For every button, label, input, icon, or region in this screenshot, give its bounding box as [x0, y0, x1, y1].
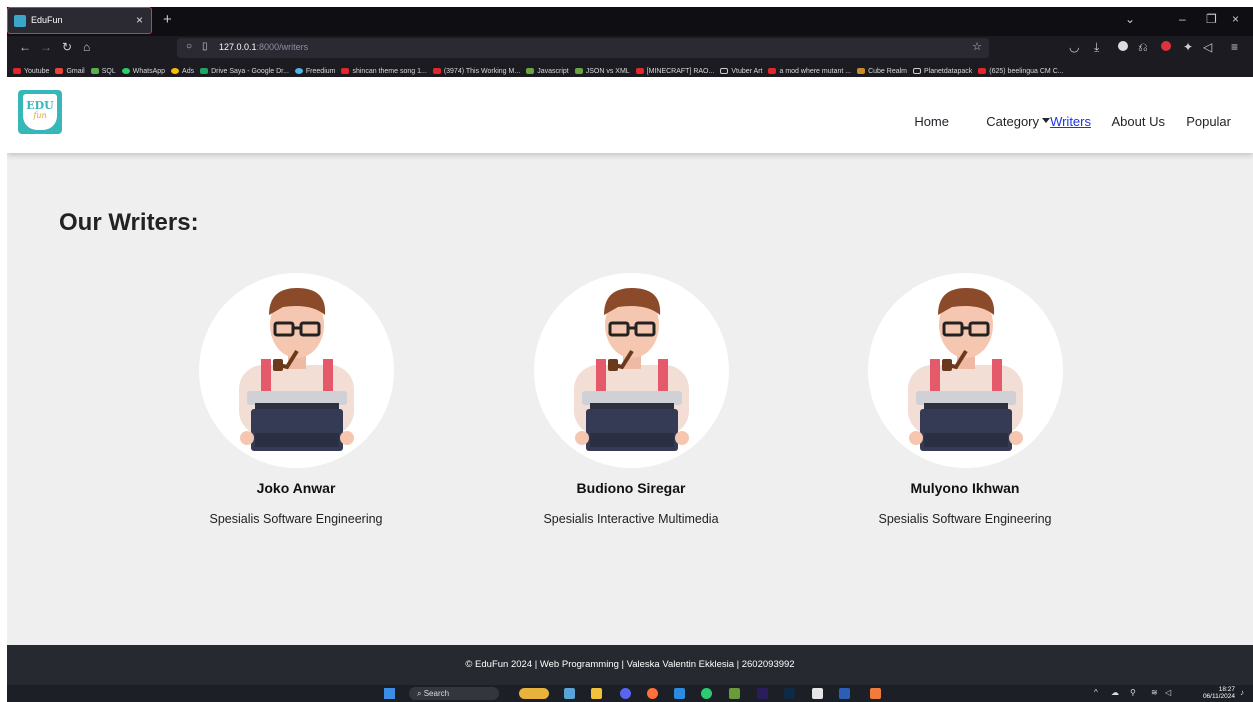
url-text: 127.0.0.1:8000/writers: [219, 42, 309, 52]
site-footer: © EduFun 2024 | Web Programming | Valesk…: [7, 645, 1253, 685]
shield-icon: ○: [186, 41, 193, 52]
wifi-icon[interactable]: ≋: [1151, 688, 1158, 697]
bookmark-cube-realm[interactable]: Cube Realm: [857, 63, 907, 77]
file-explorer-icon[interactable]: [591, 688, 602, 699]
widgets-icon[interactable]: [519, 688, 549, 699]
writer-illustration: [239, 288, 354, 451]
clock-date: 06/11/2024: [1202, 693, 1235, 700]
writer-name: Joko Anwar: [256, 480, 336, 496]
notification-bell-icon[interactable]: ♪: [1240, 688, 1244, 697]
web-page: EDU fun Home Category Writers About Us P…: [7, 77, 1253, 685]
writer-role: Spesialis Interactive Multimedia: [543, 512, 719, 526]
taskbar-search[interactable]: ⌕ Search: [409, 687, 499, 700]
clock-time: 18:27: [1218, 686, 1235, 693]
extension-red-icon[interactable]: [1161, 41, 1171, 51]
nav-about-us[interactable]: About Us: [1112, 114, 1165, 129]
bookmark-whatsapp[interactable]: WhatsApp: [121, 63, 165, 77]
close-window-icon[interactable]: ×: [1232, 12, 1239, 26]
cloud-icon[interactable]: ☁: [1111, 688, 1119, 697]
forward-icon[interactable]: →: [40, 40, 52, 54]
search-icon: ⌕: [417, 689, 424, 698]
caret-down-icon: [1042, 118, 1050, 123]
logo-text-fun: fun: [33, 111, 47, 120]
taskbar: ⌕ Search ^ ☁ ⚲ ≋ ◁ 18:27 06/11/2024 ♪: [7, 685, 1253, 702]
edufun-favicon-icon: [14, 15, 26, 27]
writer-role: Spesialis Software Engineering: [878, 512, 1052, 526]
bookmark-ads[interactable]: Ads: [171, 63, 194, 77]
premiere-icon[interactable]: [757, 688, 768, 699]
bookmark-minecraft[interactable]: [MINECRAFT] RAO...: [635, 63, 714, 77]
tab-title: EduFun: [31, 15, 63, 25]
site-header: EDU fun Home Category Writers About Us P…: [7, 77, 1253, 153]
firefox-icon[interactable]: [647, 688, 658, 699]
close-tab-icon[interactable]: ×: [136, 13, 143, 27]
restore-icon[interactable]: ❐: [1206, 12, 1217, 26]
writer-avatar: [868, 273, 1063, 468]
photos-icon[interactable]: [564, 688, 575, 699]
home-icon[interactable]: ⌂: [83, 40, 90, 54]
writer-role: Spesialis Software Engineering: [209, 512, 383, 526]
vscode-icon[interactable]: [674, 688, 685, 699]
nav-toolbar: ← → ↻ ⌂ ○ ▯ 127.0.0.1:8000/writers ☆ ◡ ⤓…: [7, 36, 1253, 60]
nav-popular[interactable]: Popular: [1186, 114, 1231, 129]
discord-icon[interactable]: [620, 688, 631, 699]
bookmark-drive[interactable]: Drive Saya - Google Dr...: [200, 63, 289, 77]
writer-avatar: [534, 273, 729, 468]
menu-icon[interactable]: ≡: [1231, 40, 1238, 54]
volume-icon[interactable]: ◁: [1165, 688, 1171, 697]
nav-home[interactable]: Home: [914, 114, 949, 129]
page-title: Our Writers:: [59, 209, 199, 236]
tray-chevron-icon[interactable]: ^: [1094, 688, 1098, 697]
bookmark-gmail[interactable]: Gmail: [55, 63, 85, 77]
notion-icon[interactable]: [812, 688, 823, 699]
new-tab-icon[interactable]: +: [163, 11, 172, 28]
bookmark-json-xml[interactable]: JSON vs XML: [574, 63, 630, 77]
word-icon[interactable]: [839, 688, 850, 699]
bookmark-3974[interactable]: (3974) This Working M...: [432, 63, 520, 77]
nav-writers[interactable]: Writers: [1050, 114, 1091, 129]
tab-strip: EduFun × + ⌄ – ❐ ×: [7, 7, 1253, 36]
bookmark-freedium[interactable]: Freedium: [294, 63, 335, 77]
extension-icon[interactable]: ✦: [1183, 40, 1193, 54]
microphone-icon[interactable]: ⚲: [1130, 688, 1136, 697]
writer-name: Mulyono Ikhwan: [910, 480, 1020, 496]
xampp-icon[interactable]: [870, 688, 881, 699]
bookmarks-bar: Youtube Gmail SQL WhatsApp Ads Drive Saya - G…: [7, 60, 1253, 77]
bookmark-star-icon[interactable]: ☆: [972, 40, 982, 53]
reload-icon[interactable]: ↻: [62, 40, 72, 54]
tab-edufun[interactable]: EduFun ×: [7, 7, 152, 34]
bookmark-javascript[interactable]: Javascript: [526, 63, 569, 77]
writer-name: Budiono Siregar: [576, 480, 686, 496]
extension-shield-icon[interactable]: [1118, 41, 1128, 51]
writer-illustration: [908, 288, 1023, 451]
tab-list-chevron-icon[interactable]: ⌄: [1125, 12, 1135, 26]
windows-start-icon[interactable]: [384, 688, 395, 699]
bookmark-youtube[interactable]: Youtube: [13, 63, 49, 77]
logo-shield: EDU fun: [23, 94, 57, 130]
back-icon[interactable]: ←: [19, 40, 31, 54]
extensions-icon[interactable]: ⎌: [1138, 40, 1148, 55]
writer-illustration: [574, 288, 689, 451]
bookmark-beelingua[interactable]: (625) beelingua CM C...: [978, 63, 1064, 77]
download-icon[interactable]: ⤓: [1094, 40, 1099, 55]
minimize-icon[interactable]: –: [1179, 12, 1186, 26]
whatsapp-icon[interactable]: [701, 688, 712, 699]
bookmark-shincan[interactable]: shincan theme song 1...: [341, 63, 427, 77]
nav-category[interactable]: Category: [986, 114, 1050, 129]
photoshop-icon[interactable]: [784, 688, 795, 699]
bookmark-planetdatapack[interactable]: Planetdatapack: [913, 63, 972, 77]
logo-text-edu: EDU: [26, 99, 54, 112]
edufun-logo[interactable]: EDU fun: [18, 90, 62, 134]
page-icon: ▯: [202, 41, 208, 52]
writer-avatar: [199, 273, 394, 468]
bookmark-vtuber[interactable]: Vtuber Art: [720, 63, 762, 77]
speaker-icon[interactable]: ◁: [1203, 40, 1212, 54]
pocket-icon[interactable]: ◡: [1069, 40, 1079, 54]
taskbar-clock[interactable]: 18:27 06/11/2024: [1203, 686, 1235, 700]
minecraft-icon[interactable]: [729, 688, 740, 699]
bookmark-mod[interactable]: a mod where mutant ...: [768, 63, 851, 77]
browser-window: EduFun × + ⌄ – ❐ × ← → ↻ ⌂ ○ ▯ 127.0.0.1…: [7, 7, 1253, 702]
bookmark-sql[interactable]: SQL: [90, 63, 116, 77]
url-bar[interactable]: ○ ▯ 127.0.0.1:8000/writers ☆: [177, 38, 989, 58]
